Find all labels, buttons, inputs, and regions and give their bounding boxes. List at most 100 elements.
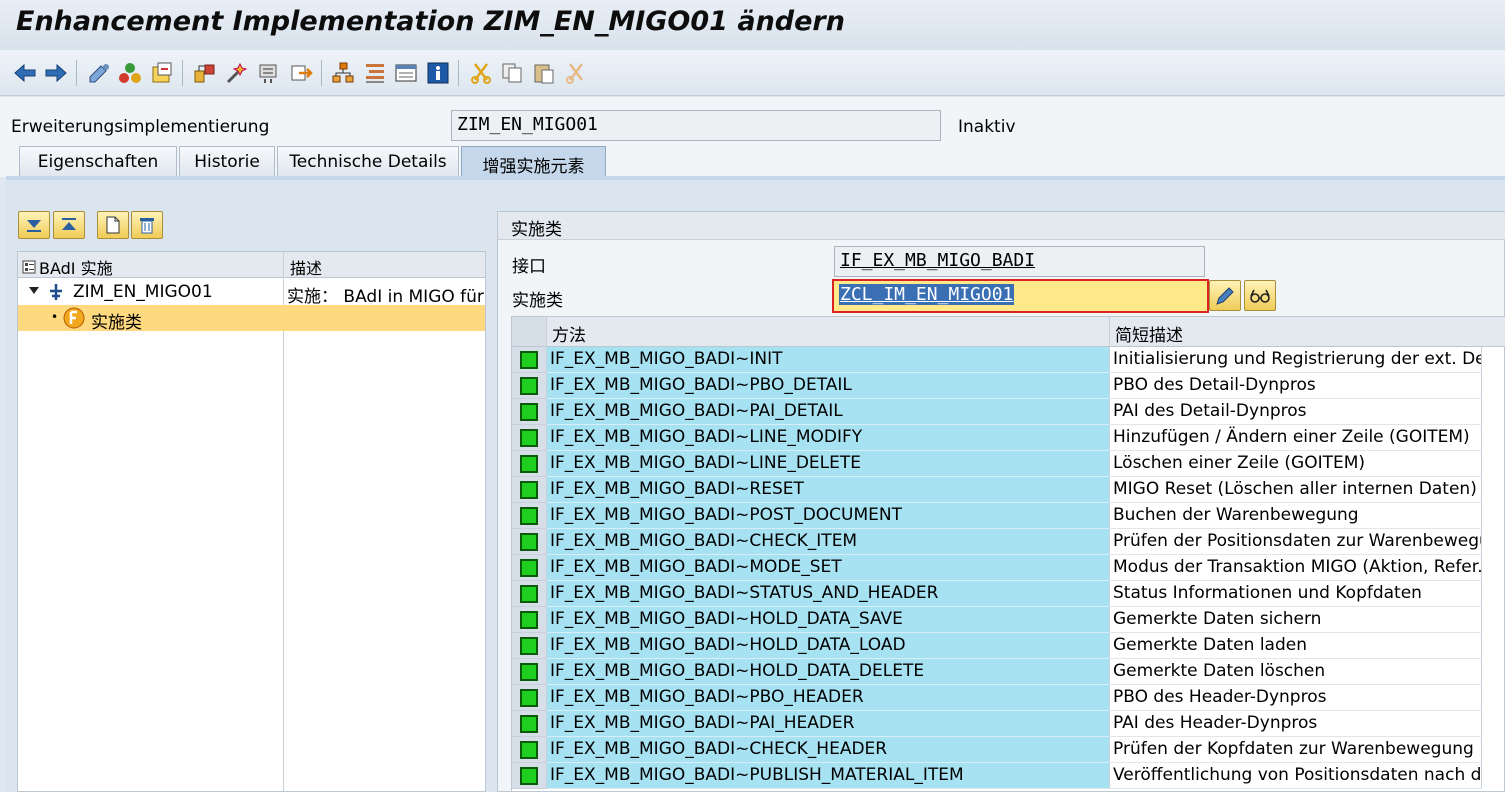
info-icon[interactable] <box>425 60 451 86</box>
row-status-cell[interactable] <box>512 555 547 581</box>
row-status-cell[interactable] <box>512 425 547 451</box>
check-icon[interactable] <box>117 60 143 86</box>
method-cell[interactable]: IF_EX_MB_MIGO_BADI~PBO_DETAIL <box>547 373 1110 399</box>
table-row[interactable]: IF_EX_MB_MIGO_BADI~PBO_HEADER PBO des Hea… <box>512 685 1505 711</box>
method-cell[interactable]: IF_EX_MB_MIGO_BADI~STATUS_AND_HEADER <box>547 581 1110 607</box>
tree-node-implementation[interactable]: ZIM_EN_MIGO01 实施： BAdI in MIGO für <box>18 279 485 307</box>
panel-title-bar: 实施类 <box>498 212 1505 240</box>
tab-technische-details[interactable]: Technische Details <box>277 146 459 177</box>
delete-button[interactable] <box>131 211 163 239</box>
table-row[interactable]: IF_EX_MB_MIGO_BADI~HOLD_DATA_SAVE Gemerkt… <box>512 607 1505 633</box>
table-row[interactable]: IF_EX_MB_MIGO_BADI~STATUS_AND_HEADER Stat… <box>512 581 1505 607</box>
method-cell[interactable]: IF_EX_MB_MIGO_BADI~INIT <box>547 347 1110 373</box>
column-method[interactable]: 方法 <box>547 317 1110 347</box>
back-icon[interactable] <box>12 60 38 86</box>
glasses-icon <box>1250 289 1270 303</box>
cut-icon[interactable] <box>468 60 494 86</box>
table-row[interactable]: IF_EX_MB_MIGO_BADI~LINE_MODIFY Hinzufügen… <box>512 425 1505 451</box>
row-status-cell[interactable] <box>512 633 547 659</box>
other-object-icon[interactable] <box>86 60 112 86</box>
row-status-cell[interactable] <box>512 763 547 789</box>
display-class-button[interactable] <box>1244 280 1276 311</box>
implemented-status-icon <box>520 741 538 759</box>
method-cell[interactable]: IF_EX_MB_MIGO_BADI~HOLD_DATA_SAVE <box>547 607 1110 633</box>
activate-icon[interactable] <box>149 60 175 86</box>
table-row[interactable]: IF_EX_MB_MIGO_BADI~PAI_DETAIL PAI des Det… <box>512 399 1505 425</box>
row-status-cell[interactable] <box>512 477 547 503</box>
table-row[interactable]: IF_EX_MB_MIGO_BADI~LINE_DELETE Löschen ei… <box>512 451 1505 477</box>
method-cell[interactable]: IF_EX_MB_MIGO_BADI~LINE_DELETE <box>547 451 1110 477</box>
row-status-cell[interactable] <box>512 737 547 763</box>
table-row[interactable]: IF_EX_MB_MIGO_BADI~INIT Initialisierung u… <box>512 347 1505 373</box>
method-cell[interactable]: IF_EX_MB_MIGO_BADI~PBO_HEADER <box>547 685 1110 711</box>
undo-cut-icon[interactable] <box>563 60 589 86</box>
collapse-all-button[interactable] <box>53 211 85 239</box>
wizard-icon[interactable] <box>256 60 282 86</box>
table-row[interactable]: IF_EX_MB_MIGO_BADI~CHECK_HEADER Prüfen de… <box>512 737 1505 763</box>
table-row[interactable]: IF_EX_MB_MIGO_BADI~CHECK_ITEM Prüfen der … <box>512 529 1505 555</box>
row-status-cell[interactable] <box>512 529 547 555</box>
tab-enhancement-elements[interactable]: 增强实施元素 <box>461 146 606 177</box>
hierarchy-icon[interactable] <box>330 60 356 86</box>
method-cell[interactable]: IF_EX_MB_MIGO_BADI~CHECK_ITEM <box>547 529 1110 555</box>
row-status-cell[interactable] <box>512 659 547 685</box>
row-status-cell[interactable] <box>512 373 547 399</box>
method-cell[interactable]: IF_EX_MB_MIGO_BADI~PAI_DETAIL <box>547 399 1110 425</box>
description-cell: Initialisierung und Registrierung der ex… <box>1110 347 1482 373</box>
row-status-cell[interactable] <box>512 711 547 737</box>
table-row[interactable]: IF_EX_MB_MIGO_BADI~POST_DOCUMENT Buchen d… <box>512 503 1505 529</box>
tree-header: BAdI 实施 描述 <box>18 252 485 278</box>
table-row[interactable]: IF_EX_MB_MIGO_BADI~PAI_HEADER PAI des Hea… <box>512 711 1505 737</box>
tree-bullet-icon: • <box>51 310 59 324</box>
method-cell[interactable]: IF_EX_MB_MIGO_BADI~HOLD_DATA_DELETE <box>547 659 1110 685</box>
method-cell[interactable]: IF_EX_MB_MIGO_BADI~POST_DOCUMENT <box>547 503 1110 529</box>
row-status-cell[interactable] <box>512 503 547 529</box>
enhancement-icon[interactable] <box>288 60 314 86</box>
table-row[interactable]: IF_EX_MB_MIGO_BADI~PBO_DETAIL PBO des Det… <box>512 373 1505 399</box>
expand-arrow-icon[interactable] <box>29 287 39 295</box>
tab-eigenschaften[interactable]: Eigenschaften <box>19 146 177 177</box>
screen-icon[interactable] <box>393 60 419 86</box>
trash-icon <box>140 218 154 234</box>
table-row[interactable]: IF_EX_MB_MIGO_BADI~HOLD_DATA_LOAD Gemerkt… <box>512 633 1505 659</box>
select-all-cell[interactable] <box>512 317 547 347</box>
class-field[interactable]: ZCL_IM_EN_MIGO01 <box>832 279 1209 313</box>
method-cell[interactable]: IF_EX_MB_MIGO_BADI~CHECK_HEADER <box>547 737 1110 763</box>
row-status-cell[interactable] <box>512 581 547 607</box>
tab-historie[interactable]: Historie <box>179 146 275 177</box>
edit-class-button[interactable] <box>1209 280 1241 311</box>
forward-icon[interactable] <box>43 60 69 86</box>
navigator-icon[interactable] <box>362 60 388 86</box>
row-status-cell[interactable] <box>512 685 547 711</box>
new-document-icon <box>106 216 120 234</box>
expand-icon <box>27 220 41 232</box>
paste-icon[interactable] <box>531 60 557 86</box>
table-row[interactable]: IF_EX_MB_MIGO_BADI~HOLD_DATA_DELETE Gemer… <box>512 659 1505 685</box>
implementation-field[interactable]: ZIM_EN_MIGO01 <box>451 110 941 141</box>
method-cell[interactable]: IF_EX_MB_MIGO_BADI~LINE_MODIFY <box>547 425 1110 451</box>
title-bar: Enhancement Implementation ZIM_EN_MIGO01… <box>0 0 1505 50</box>
row-status-cell[interactable] <box>512 399 547 425</box>
method-cell[interactable]: IF_EX_MB_MIGO_BADI~PAI_HEADER <box>547 711 1110 737</box>
table-row[interactable]: IF_EX_MB_MIGO_BADI~PUBLISH_MATERIAL_ITEM… <box>512 763 1505 789</box>
copy-icon[interactable] <box>499 60 525 86</box>
collapse-icon <box>62 218 76 230</box>
method-cell[interactable]: IF_EX_MB_MIGO_BADI~HOLD_DATA_LOAD <box>547 633 1110 659</box>
row-status-cell[interactable] <box>512 347 547 373</box>
implemented-status-icon <box>520 351 538 369</box>
implemented-status-icon <box>520 767 538 785</box>
create-button[interactable] <box>97 211 129 239</box>
tree-node-implementing-class[interactable]: • 实施类 <box>18 305 485 333</box>
method-cell[interactable]: IF_EX_MB_MIGO_BADI~RESET <box>547 477 1110 503</box>
method-cell[interactable]: IF_EX_MB_MIGO_BADI~PUBLISH_MATERIAL_ITEM <box>547 763 1110 789</box>
table-row[interactable]: IF_EX_MB_MIGO_BADI~MODE_SET Modus der Tra… <box>512 555 1505 581</box>
column-short-description[interactable]: 简短描述 <box>1110 317 1505 347</box>
row-status-cell[interactable] <box>512 607 547 633</box>
display-change-icon[interactable] <box>192 60 218 86</box>
expand-all-button[interactable] <box>18 211 50 239</box>
row-status-cell[interactable] <box>512 451 547 477</box>
where-used-icon[interactable] <box>224 60 250 86</box>
interface-field[interactable]: IF_EX_MB_MIGO_BADI <box>834 246 1205 277</box>
method-cell[interactable]: IF_EX_MB_MIGO_BADI~MODE_SET <box>547 555 1110 581</box>
table-row[interactable]: IF_EX_MB_MIGO_BADI~RESET MIGO Reset (Lösc… <box>512 477 1505 503</box>
